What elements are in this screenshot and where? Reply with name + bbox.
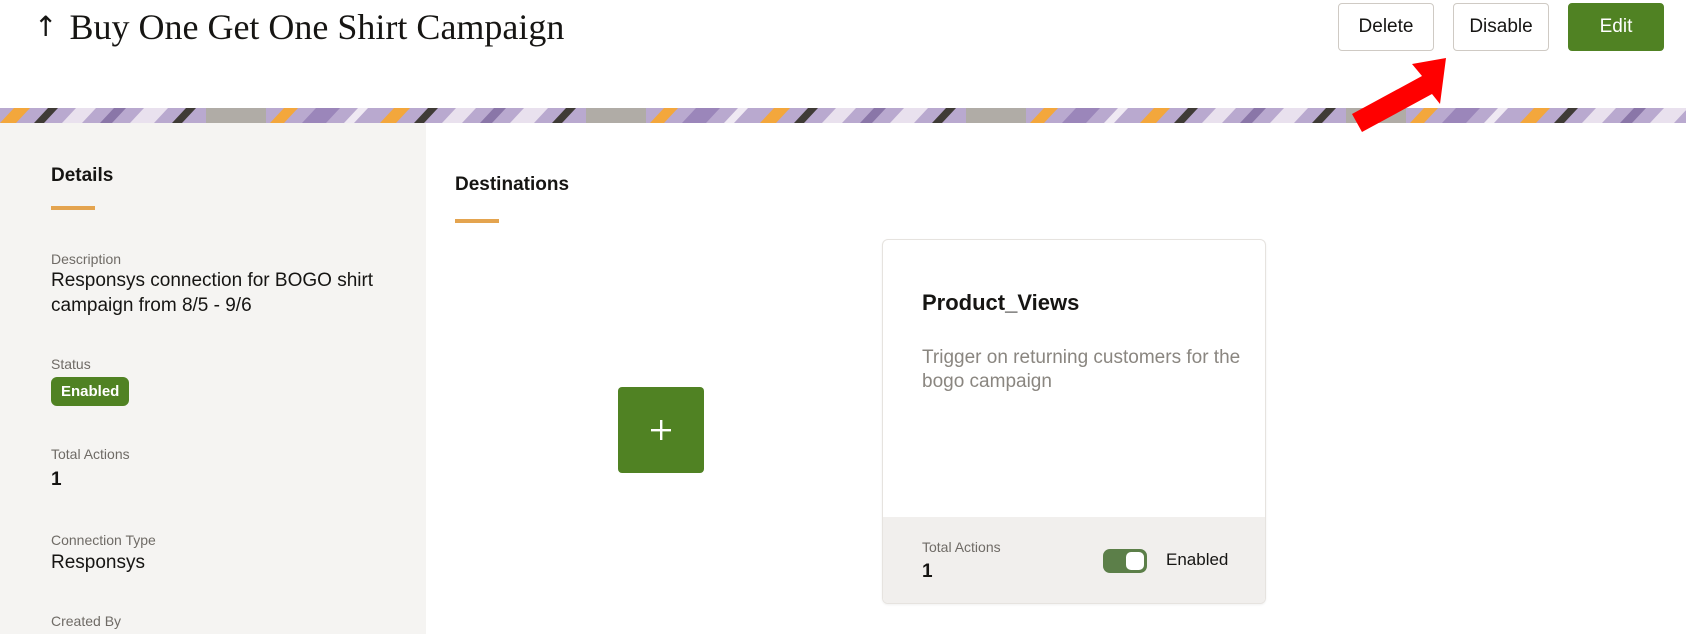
destinations-heading: Destinations: [455, 174, 570, 195]
created-by-label: Created By: [51, 613, 122, 629]
details-underline: [51, 206, 95, 210]
details-panel: Details Description Responsys connection…: [0, 123, 426, 634]
destination-card-footer: Total Actions 1 Enabled: [883, 517, 1265, 603]
details-heading: Details: [51, 165, 114, 186]
status-label: Status: [51, 356, 91, 372]
destination-card[interactable]: Product_Views Trigger on returning custo…: [882, 239, 1266, 604]
add-destination-button[interactable]: [618, 387, 704, 473]
destination-enabled-toggle[interactable]: [1103, 549, 1147, 573]
description-label: Description: [51, 251, 122, 267]
destination-total-actions-value: 1: [922, 561, 933, 582]
status-badge: Enabled: [51, 377, 130, 406]
up-arrow-icon[interactable]: ↑: [34, 6, 57, 48]
destination-toggle-label: Enabled: [1166, 550, 1229, 569]
plus-icon: [651, 420, 671, 440]
total-actions-value: 1: [51, 469, 62, 490]
title-bar: ↑ Buy One Get One Shirt Campaign: [34, 6, 564, 48]
toggle-knob: [1126, 552, 1144, 570]
delete-button[interactable]: Delete: [1338, 3, 1434, 51]
destinations-underline: [455, 219, 499, 223]
description-value: Responsys connection for BOGO shirt camp…: [51, 270, 374, 316]
page-title: Buy One Get One Shirt Campaign: [69, 7, 565, 47]
destination-name[interactable]: Product_Views: [922, 290, 1079, 316]
total-actions-label: Total Actions: [51, 446, 130, 462]
connection-type-label: Connection Type: [51, 532, 156, 548]
destination-description: Trigger on returning customers for the b…: [922, 347, 1241, 392]
edit-button[interactable]: Edit: [1568, 3, 1664, 51]
connection-type-value: Responsys: [51, 552, 145, 573]
page: ↑ Buy One Get One Shirt Campaign Delete …: [0, 0, 1686, 634]
disable-button[interactable]: Disable: [1453, 3, 1549, 51]
annotation-arrow-icon: [1352, 58, 1446, 132]
destination-total-actions-label: Total Actions: [922, 539, 1001, 555]
